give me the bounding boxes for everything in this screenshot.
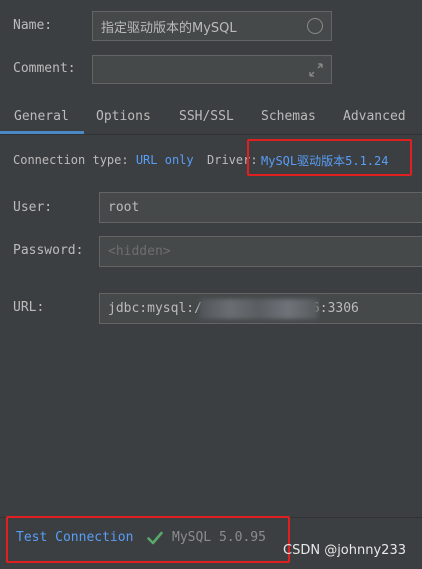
user-label: User: xyxy=(13,200,53,215)
url-label: URL: xyxy=(13,300,45,315)
connection-type-link[interactable]: URL only xyxy=(136,153,194,167)
tab-advanced[interactable]: Advanced xyxy=(343,101,406,135)
tab-ssh-ssl[interactable]: SSH/SSL xyxy=(179,101,234,135)
password-label: Password: xyxy=(13,243,84,258)
password-placeholder: <hidden> xyxy=(108,244,171,259)
url-suffix: 6:3306 xyxy=(311,301,359,316)
comment-input[interactable] xyxy=(92,55,332,84)
connection-row: Connection type: URL only xyxy=(13,153,194,167)
color-circle-icon[interactable] xyxy=(307,18,323,34)
tab-separator xyxy=(0,134,422,135)
driver-highlight-box xyxy=(247,139,412,176)
name-label: Name: xyxy=(13,18,53,33)
name-input[interactable]: 指定驱动版本的MySQL xyxy=(92,11,332,41)
expand-icon[interactable] xyxy=(308,62,324,78)
comment-label: Comment: xyxy=(13,61,76,76)
tab-schemas[interactable]: Schemas xyxy=(261,101,316,135)
password-input[interactable]: <hidden> xyxy=(99,236,422,267)
name-value: 指定驱动版本的MySQL xyxy=(101,20,237,36)
watermark: CSDN @johnny233 xyxy=(283,543,406,558)
url-prefix: jdbc:mysql:/ xyxy=(108,301,202,316)
url-redaction xyxy=(200,299,318,319)
user-input[interactable]: root xyxy=(99,192,422,223)
connection-type-label: Connection type: xyxy=(13,153,129,167)
tab-options[interactable]: Options xyxy=(96,101,151,135)
tab-bar: General Options SSH/SSL Schemas Advanced xyxy=(0,101,422,135)
tab-general[interactable]: General xyxy=(14,101,69,135)
test-connection-highlight-box xyxy=(6,516,290,563)
user-value: root xyxy=(108,200,140,215)
